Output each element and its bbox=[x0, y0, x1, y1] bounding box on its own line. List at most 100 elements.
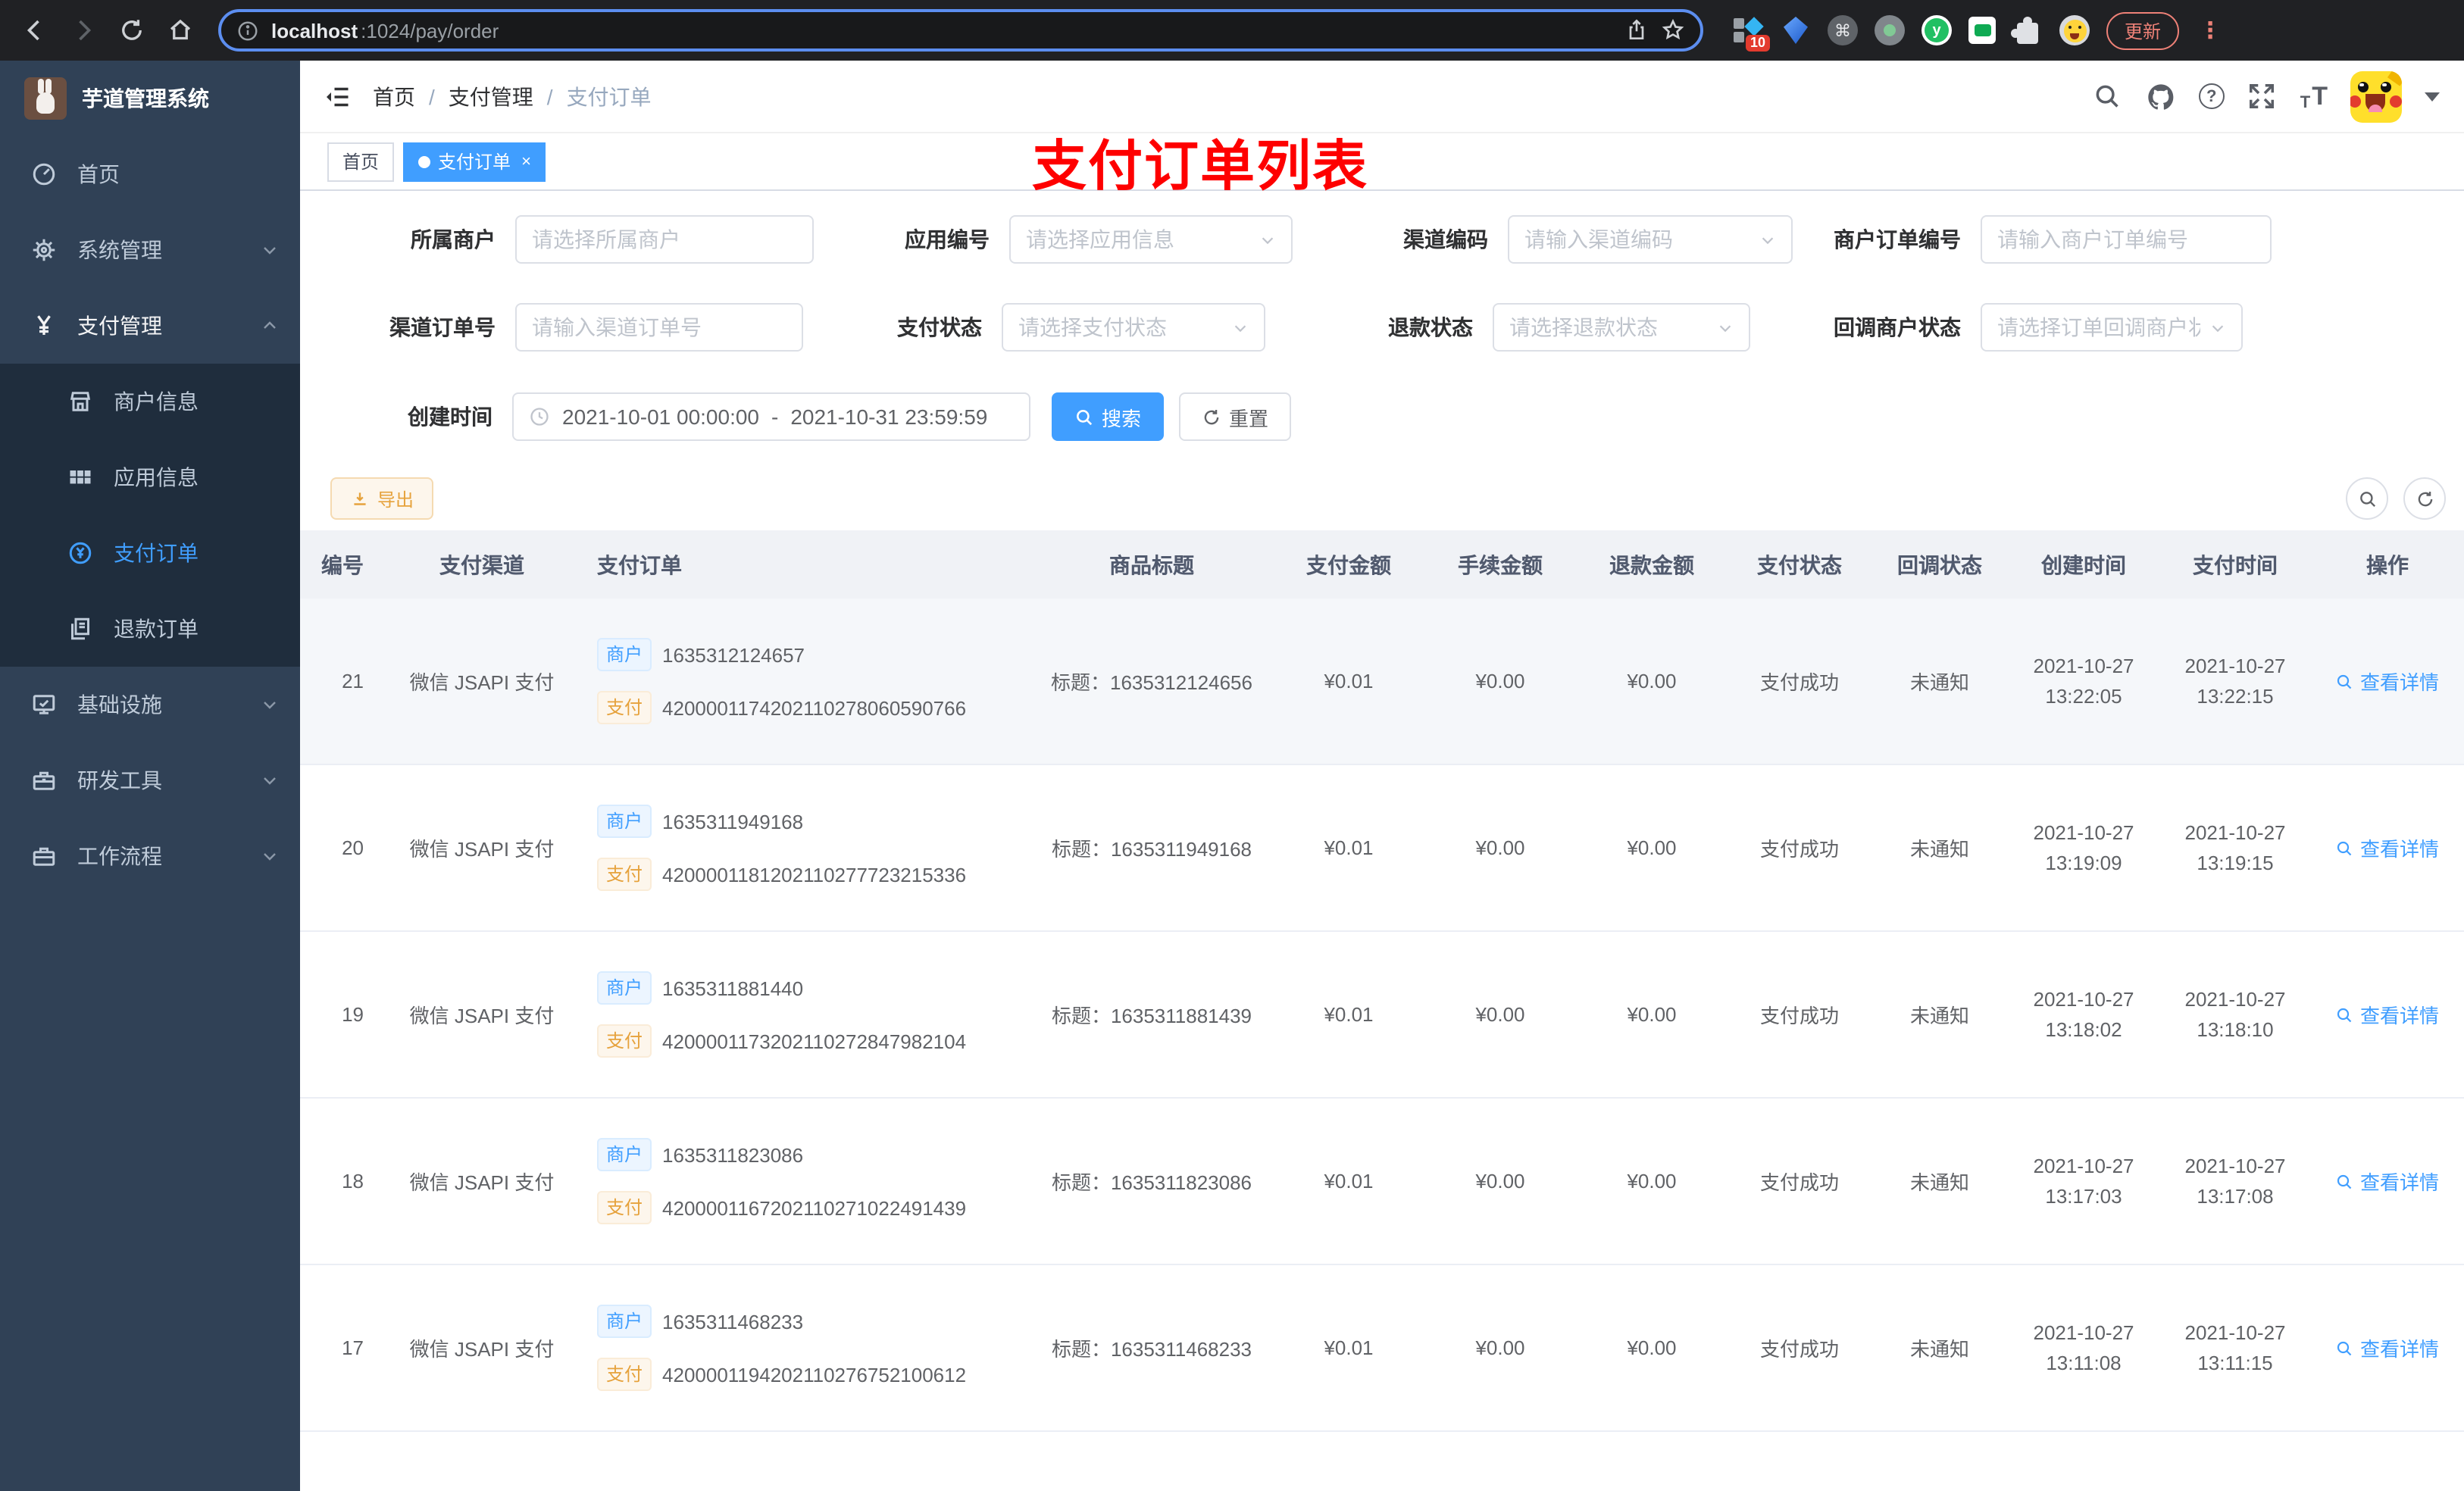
breadcrumb-payment[interactable]: 支付管理 bbox=[449, 81, 533, 111]
search-icon[interactable] bbox=[2093, 81, 2123, 111]
cell-pay-order: 商户 1635311949168 支付 4200001181202110277723… bbox=[588, 765, 1030, 930]
payment-submenu: 商户信息 应用信息 支付订单 退款订单 bbox=[0, 364, 300, 667]
cell-status: 支付成功 bbox=[1759, 671, 1839, 694]
share-icon[interactable] bbox=[1624, 18, 1649, 42]
sidebar-item-dev-tools[interactable]: 研发工具 bbox=[0, 742, 300, 818]
sidebar-item-home[interactable]: 首页 bbox=[0, 136, 300, 212]
cell-actions bbox=[2311, 1432, 2464, 1491]
sidebar-item-infrastructure[interactable]: 基础设施 bbox=[0, 667, 300, 742]
cell-no: 20 bbox=[342, 836, 364, 859]
sidebar-item-pay-order[interactable]: 支付订单 bbox=[0, 515, 300, 591]
channel-order-no-input[interactable]: 请输入渠道订单号 bbox=[515, 303, 803, 352]
url-host: localhost bbox=[271, 19, 358, 42]
cell-pay-order: 商户1635311254736 bbox=[588, 1432, 1030, 1491]
github-icon[interactable] bbox=[2146, 81, 2176, 111]
back-icon[interactable] bbox=[15, 11, 55, 50]
view-detail-link[interactable]: 查看详情 bbox=[2336, 667, 2439, 695]
address-bar[interactable]: localhost :1024/pay/order bbox=[218, 9, 1703, 52]
command-extension-icon[interactable]: ⌘ bbox=[1828, 15, 1858, 45]
avatar-caret-icon[interactable] bbox=[2425, 92, 2440, 101]
channel-code-select[interactable]: 请输入渠道编码 bbox=[1508, 215, 1793, 264]
breadcrumb-current: 支付订单 bbox=[566, 84, 652, 108]
sidebar-item-workflow[interactable]: 工作流程 bbox=[0, 818, 300, 894]
close-tab-icon[interactable]: × bbox=[521, 152, 531, 170]
sidebar-item-refund-order[interactable]: 退款订单 bbox=[0, 591, 300, 667]
reset-button[interactable]: 重置 bbox=[1179, 392, 1292, 441]
pay-tag: 支付 bbox=[597, 1191, 652, 1224]
sidebar-item-label: 首页 bbox=[77, 162, 120, 186]
view-detail-link[interactable]: 查看详情 bbox=[2336, 833, 2439, 862]
extensions-puzzle-icon[interactable] bbox=[2011, 15, 2043, 45]
cell-create-time: 2021-10-27 13:22:05 bbox=[2033, 654, 2134, 707]
cell-fee: ¥0.00 bbox=[1475, 1336, 1525, 1359]
cell-actions: 查看详情 bbox=[2311, 1265, 2464, 1430]
tab-home[interactable]: 首页 bbox=[327, 142, 395, 181]
tab-manager-extension-icon[interactable]: 10 bbox=[1734, 15, 1770, 52]
notify-status-select[interactable]: 请选择订单回调商户状态 bbox=[1981, 303, 2243, 352]
extensions-row: 10 ⌘ y 更新 ⋮ bbox=[1734, 11, 2223, 52]
sidebar-item-system[interactable]: 系统管理 bbox=[0, 212, 300, 288]
browser-update-button[interactable]: 更新 bbox=[2106, 11, 2180, 49]
cell-actions: 查看详情 bbox=[2311, 932, 2464, 1097]
sidebar-item-label: 研发工具 bbox=[77, 768, 162, 792]
refund-status-select[interactable]: 请选择退款状态 bbox=[1493, 303, 1750, 352]
emoji-extension-icon[interactable] bbox=[2059, 15, 2090, 45]
cell-pay-order: 商户 1635312124657 支付 4200001174202110278060… bbox=[588, 599, 1030, 764]
reload-icon[interactable] bbox=[112, 11, 152, 50]
refresh-table-button[interactable] bbox=[2403, 477, 2446, 520]
cell-pay-time: 2021-10-27 13:11:15 bbox=[2184, 1321, 2286, 1374]
app-logo[interactable]: 芋道管理系统 bbox=[0, 61, 300, 136]
forward-icon[interactable] bbox=[64, 11, 103, 50]
cell-amount bbox=[1273, 1432, 1424, 1491]
green-dot-extension-icon[interactable] bbox=[1875, 15, 1905, 45]
filter-refund-status: 退款状态 请选择退款状态 bbox=[1388, 303, 1750, 352]
help-icon[interactable]: ? bbox=[2198, 83, 2225, 109]
export-button[interactable]: 导出 bbox=[330, 477, 434, 520]
sidebar-item-app-info[interactable]: 应用信息 bbox=[0, 439, 300, 515]
merchant-select[interactable]: 请选择所属商户 bbox=[515, 215, 814, 264]
navbar-actions: ? TT bbox=[2093, 70, 2440, 122]
sidebar-fold-icon[interactable] bbox=[324, 83, 352, 110]
logo-rabbit-avatar bbox=[24, 77, 67, 120]
site-info-icon[interactable] bbox=[236, 19, 259, 42]
breadcrumb: 首页 / 支付管理 / 支付订单 bbox=[373, 81, 652, 111]
pay-status-select[interactable]: 请选择支付状态 bbox=[1002, 303, 1265, 352]
filter-channel-code: 渠道编码 请输入渠道编码 bbox=[1403, 215, 1793, 264]
cell-create-time: 2021-10-27 13:19:09 bbox=[2033, 821, 2134, 874]
table-row: 17 微信 JSAPI 支付 商户 1635311468233 支付 4200001… bbox=[300, 1265, 2464, 1432]
orders-table: 编号 支付渠道 支付订单 商品标题 支付金额 手续金额 退款金额 支付状态 回调… bbox=[300, 530, 2464, 1491]
tab-pay-order[interactable]: 支付订单 × bbox=[403, 142, 546, 181]
cell-pay-time: 2021-10-27 13:18:10 bbox=[2184, 987, 2286, 1040]
font-size-icon[interactable]: TT bbox=[2300, 81, 2328, 111]
cell-actions: 查看详情 bbox=[2311, 1099, 2464, 1264]
user-avatar[interactable] bbox=[2350, 70, 2402, 122]
sidebar-item-label: 应用信息 bbox=[114, 465, 199, 489]
date-range-picker[interactable]: 2021-10-01 00:00:00 - 2021-10-31 23:59:5… bbox=[512, 392, 1030, 441]
filter-create-time: 创建时间 2021-10-01 00:00:00 - 2021-10-31 23… bbox=[408, 392, 1292, 441]
sidebar-item-payment[interactable]: 支付管理 bbox=[0, 288, 300, 364]
view-detail-link[interactable]: 查看详情 bbox=[2336, 1333, 2439, 1362]
y-extension-icon[interactable]: y bbox=[1921, 15, 1952, 45]
view-detail-link[interactable]: 查看详情 bbox=[2336, 1000, 2439, 1029]
briefcase-icon bbox=[30, 842, 58, 870]
merchant-order-no: 1635311823086 bbox=[662, 1143, 804, 1166]
sidebar: 芋道管理系统 首页 系统管理 支付管理 商户信息 应用信息 支付订单 退款订单 … bbox=[0, 61, 300, 1491]
fullscreen-icon[interactable] bbox=[2247, 81, 2278, 111]
main-area: 首页 / 支付管理 / 支付订单 ? TT 首页 支付订单 × 所属商户 请选择… bbox=[300, 61, 2464, 1491]
view-detail-link[interactable]: 查看详情 bbox=[2336, 1167, 2439, 1196]
search-button[interactable]: 搜索 bbox=[1052, 392, 1165, 441]
home-icon[interactable] bbox=[161, 11, 200, 50]
sidebar-item-merchant-info[interactable]: 商户信息 bbox=[0, 364, 300, 439]
chat-extension-icon[interactable] bbox=[1968, 17, 1996, 44]
breadcrumb-home[interactable]: 首页 bbox=[373, 81, 415, 111]
bookmark-star-icon[interactable] bbox=[1661, 18, 1685, 42]
cell-title: 标题：1635311823086 bbox=[1051, 1171, 1252, 1194]
app-select[interactable]: 请选择应用信息 bbox=[1009, 215, 1293, 264]
kite-extension-icon[interactable] bbox=[1781, 15, 1811, 45]
sidebar-item-label: 退款订单 bbox=[114, 617, 199, 641]
merchant-order-no-input[interactable]: 请输入商户订单编号 bbox=[1981, 215, 2272, 264]
cell-fee bbox=[1424, 1432, 1576, 1491]
cell-no bbox=[300, 1432, 376, 1491]
show-search-toggle-button[interactable] bbox=[2346, 477, 2388, 520]
browser-menu-icon[interactable]: ⋮ bbox=[2199, 17, 2223, 44]
